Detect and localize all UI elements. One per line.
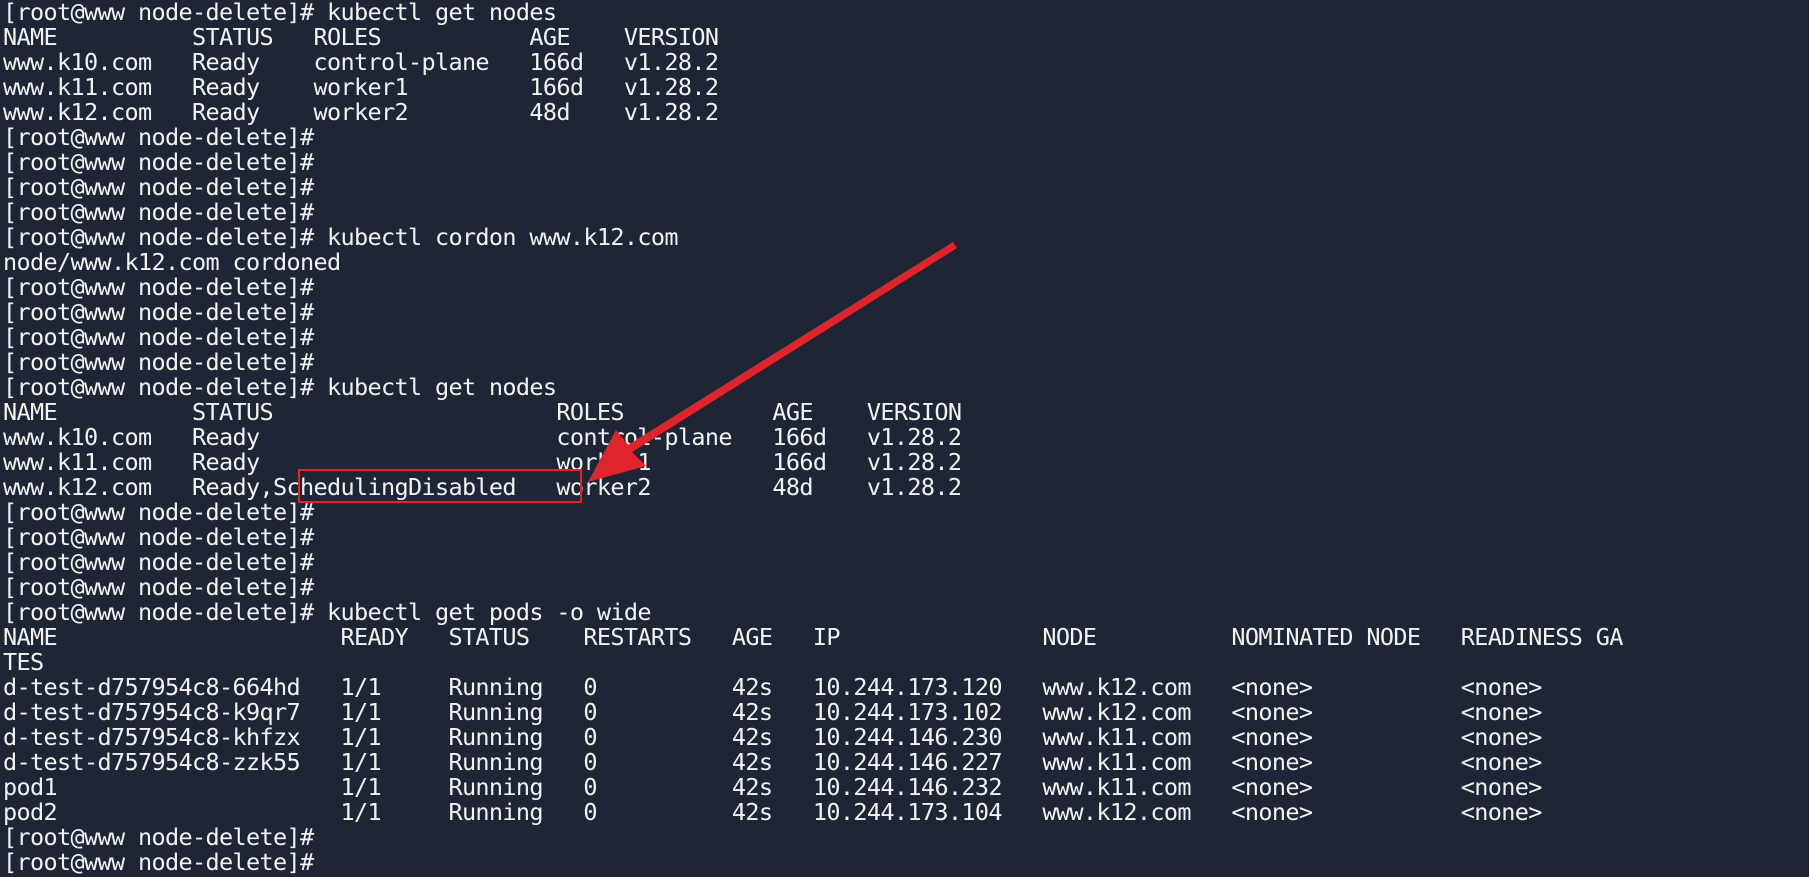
annotation-overlay [588, 242, 957, 482]
red-arrow-icon [588, 242, 957, 482]
